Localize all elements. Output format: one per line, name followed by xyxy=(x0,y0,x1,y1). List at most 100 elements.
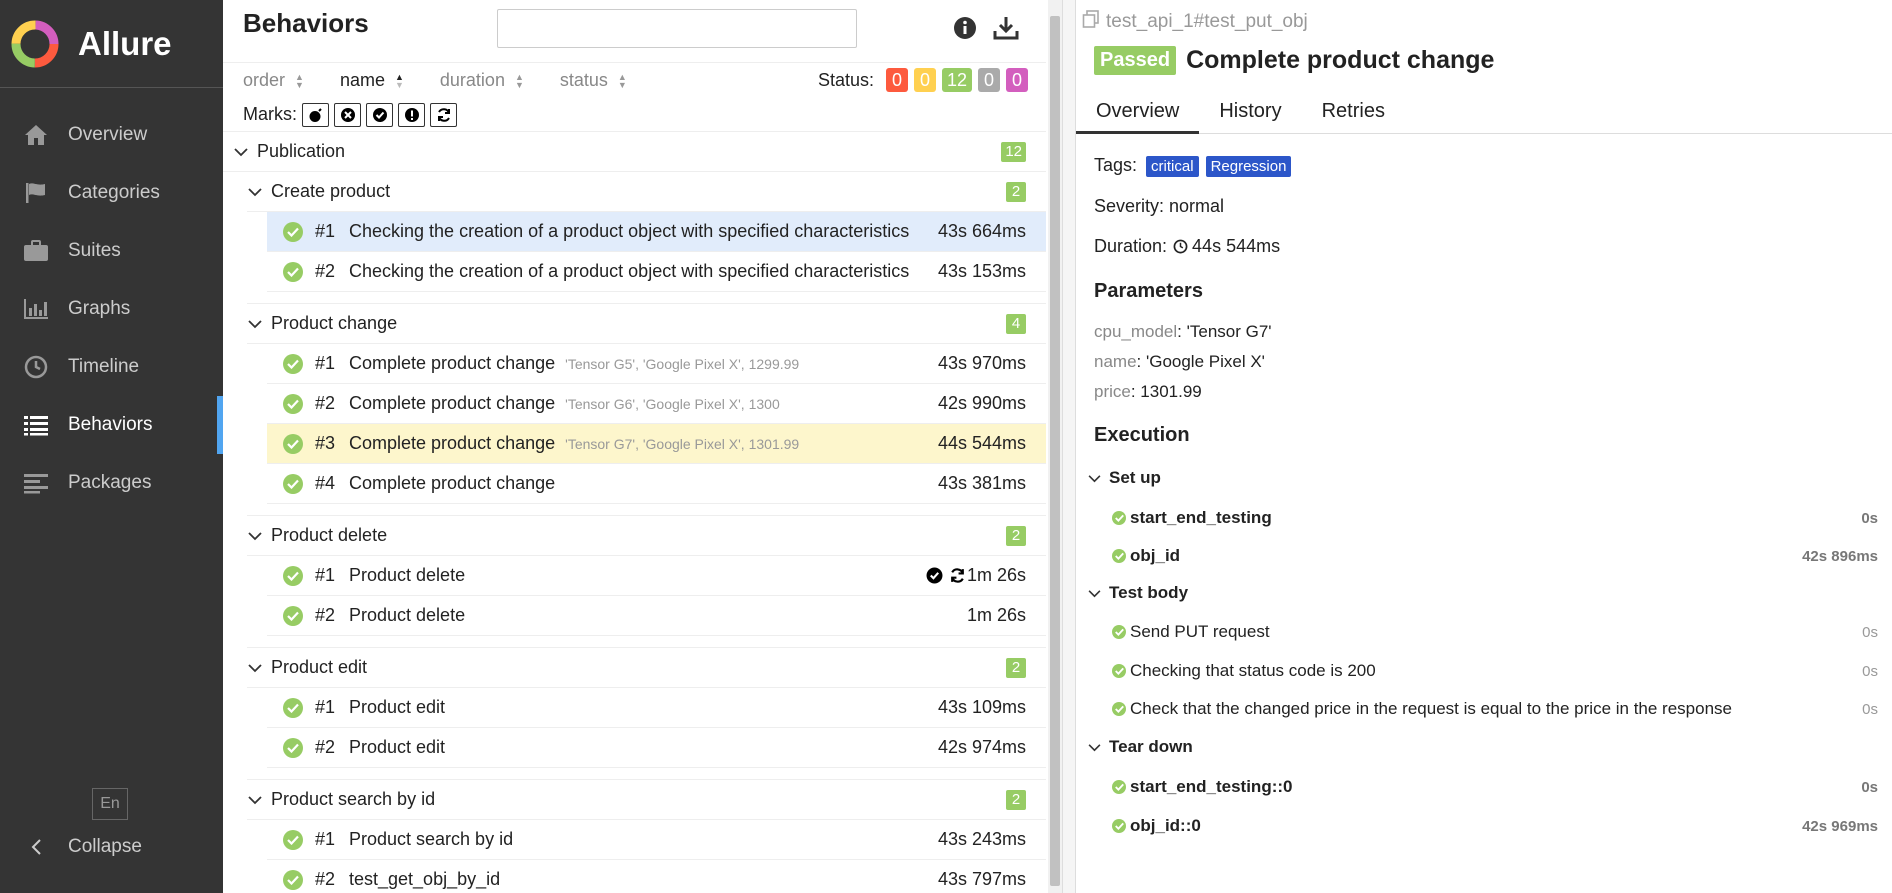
brand[interactable]: Allure xyxy=(0,0,223,88)
tree-group-product-change[interactable]: Product change 4 xyxy=(247,304,1046,344)
sort-order[interactable]: order ▲ ▼ xyxy=(243,70,304,91)
flaky-mark-toggle[interactable] xyxy=(302,102,329,127)
sidebar-item-packages[interactable]: Packages xyxy=(0,454,223,512)
tree-group-publication[interactable]: Publication 12 xyxy=(223,132,1046,172)
test-name: Checking the creation of a product objec… xyxy=(349,261,910,281)
pane-splitter[interactable] xyxy=(1062,0,1076,893)
test-row[interactable]: #1 Product delete 1m 26s xyxy=(267,556,1046,596)
search-input[interactable] xyxy=(497,9,857,48)
teardown-label: Tear down xyxy=(1109,737,1193,756)
tree-group-product-edit[interactable]: Product edit 2 xyxy=(247,648,1046,688)
new-passed-mark-toggle[interactable] xyxy=(366,102,393,127)
step-row[interactable]: start_end_testing::0 0s xyxy=(1112,775,1878,799)
sidebar-item-label: Graphs xyxy=(68,298,131,319)
refresh-icon xyxy=(437,107,450,122)
setup-section-toggle[interactable]: Set up xyxy=(1088,468,1161,488)
sort-name[interactable]: name ▲ ▼ xyxy=(340,70,404,91)
tree-group-product-search-by-id[interactable]: Product search by id 2 xyxy=(247,780,1046,820)
test-name: Complete product change xyxy=(349,393,556,413)
info-icon[interactable] xyxy=(953,16,979,42)
status-skipped-toggle[interactable]: 0 xyxy=(978,68,1000,92)
tags-label: Tags: xyxy=(1094,155,1138,175)
home-icon xyxy=(22,121,50,149)
test-row[interactable]: #1 Product edit 43s 109ms xyxy=(267,688,1046,728)
step-row[interactable]: Check that the changed price in the requ… xyxy=(1112,697,1878,721)
tree-scrollbar-thumb[interactable] xyxy=(1050,16,1060,886)
step-row[interactable]: obj_id::0 42s 969ms xyxy=(1112,814,1878,838)
step-row[interactable]: Checking that status code is 200 0s xyxy=(1112,659,1878,683)
check-circle-icon xyxy=(283,353,303,374)
check-circle-icon xyxy=(283,829,303,850)
test-row[interactable]: #1 Product search by id 43s 243ms xyxy=(267,820,1046,860)
step-duration: 0s xyxy=(1861,778,1878,796)
sidebar-item-graphs[interactable]: Graphs xyxy=(0,280,223,338)
check-circle-icon xyxy=(283,605,303,626)
breadcrumb: test_api_1#test_put_obj xyxy=(1082,10,1308,34)
status-failed-toggle[interactable]: 0 xyxy=(885,68,908,92)
test-number: #4 xyxy=(315,473,336,493)
sidebar-item-suites[interactable]: Suites xyxy=(0,222,223,280)
chevron-down-icon xyxy=(247,319,263,329)
chevron-down-icon xyxy=(247,663,263,673)
test-body-section-toggle[interactable]: Test body xyxy=(1088,583,1188,603)
check-circle-icon xyxy=(1112,819,1126,833)
download-icon[interactable] xyxy=(993,16,1019,42)
step-duration: 0s xyxy=(1862,662,1878,680)
step-row[interactable]: start_end_testing 0s xyxy=(1112,506,1878,530)
group-name: Publication xyxy=(257,141,346,161)
test-row[interactable]: #2 Complete product change 'Tensor G6', … xyxy=(267,384,1046,424)
retries-mark-toggle[interactable] xyxy=(430,102,457,127)
tree-group-create-product[interactable]: Create product 2 xyxy=(247,172,1046,212)
step-duration: 42s 969ms xyxy=(1802,817,1878,835)
check-circle-icon xyxy=(372,107,387,122)
status-passed-toggle[interactable]: 12 xyxy=(941,68,972,92)
tab-retries[interactable]: Retries xyxy=(1302,90,1405,134)
sidebar-item-overview[interactable]: Overview xyxy=(0,106,223,164)
sidebar-item-behaviors[interactable]: Behaviors xyxy=(0,396,223,454)
test-name: Product search by id xyxy=(349,829,514,849)
tree-group-product-delete[interactable]: Product delete 2 xyxy=(247,516,1046,556)
sidebar-item-categories[interactable]: Categories xyxy=(0,164,223,222)
sort-icon: ▲ ▼ xyxy=(394,71,404,90)
sort-status[interactable]: status ▲ ▼ xyxy=(560,70,627,91)
duration-row: Duration: 44s 544ms xyxy=(1094,236,1280,257)
group-name: Product delete xyxy=(271,525,388,545)
chevron-down-icon xyxy=(233,147,249,157)
test-duration: 43s 664ms xyxy=(937,221,1026,241)
sidebar-item-timeline[interactable]: Timeline xyxy=(0,338,223,396)
parameter-row: name: 'Google Pixel X' xyxy=(1094,352,1265,372)
test-name: Checking the creation of a product objec… xyxy=(349,221,910,241)
test-row[interactable]: #2 Product edit 42s 974ms xyxy=(267,728,1046,768)
status-unknown-toggle[interactable]: 0 xyxy=(1006,68,1028,92)
test-row[interactable]: #2 Product delete 1m 26s xyxy=(267,596,1046,636)
marks-label: Marks: xyxy=(243,104,297,124)
group-count-badge: 2 xyxy=(1006,525,1026,546)
test-row[interactable]: #2 Checking the creation of a product ob… xyxy=(267,252,1046,292)
copy-icon[interactable] xyxy=(1082,10,1100,34)
sort-duration[interactable]: duration ▲ ▼ xyxy=(440,70,524,91)
test-row[interactable]: #1 Complete product change 'Tensor G5', … xyxy=(267,344,1046,384)
collapse-button[interactable]: Collapse xyxy=(22,836,142,858)
sidebar-item-label: Overview xyxy=(68,124,148,145)
test-row[interactable]: #2 test_get_obj_by_id 43s 797ms xyxy=(267,860,1046,893)
check-circle-icon xyxy=(1112,511,1126,525)
test-number: #3 xyxy=(315,433,336,453)
test-duration: 1m 26s xyxy=(966,565,1026,585)
tab-overview[interactable]: Overview xyxy=(1076,90,1200,134)
status-broken-toggle[interactable]: 0 xyxy=(913,68,936,92)
step-name: start_end_testing::0 xyxy=(1130,777,1293,796)
check-circle-icon xyxy=(283,869,303,890)
language-button[interactable]: En xyxy=(92,788,128,820)
test-row[interactable]: #3 Complete product change 'Tensor G7', … xyxy=(267,424,1046,464)
test-row[interactable]: #1 Checking the creation of a product ob… xyxy=(267,212,1046,252)
briefcase-icon xyxy=(22,237,50,265)
teardown-section-toggle[interactable]: Tear down xyxy=(1088,737,1193,757)
test-duration: 43s 381ms xyxy=(937,473,1026,493)
step-row[interactable]: Send PUT request 0s xyxy=(1112,620,1878,644)
duration-value: 44s 544ms xyxy=(1192,236,1281,256)
new-failed-mark-toggle[interactable] xyxy=(334,102,361,127)
tab-history[interactable]: History xyxy=(1199,90,1301,134)
new-broken-mark-toggle[interactable] xyxy=(398,102,425,127)
test-row[interactable]: #4 Complete product change 43s 381ms xyxy=(267,464,1046,504)
step-row[interactable]: obj_id 42s 896ms xyxy=(1112,544,1878,568)
